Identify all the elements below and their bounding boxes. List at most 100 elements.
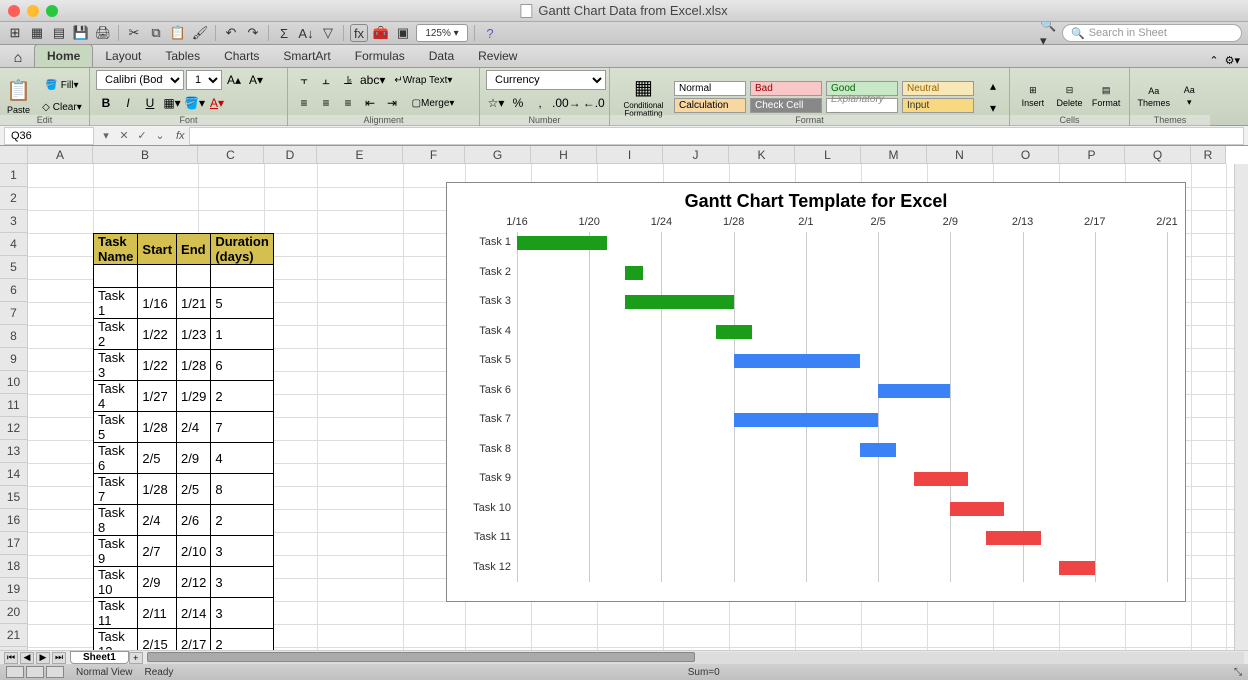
column-header[interactable]: F [403, 146, 465, 164]
column-header[interactable]: E [317, 146, 403, 164]
wrap-text-button[interactable]: ↵ Wrap Text ▾ [387, 70, 459, 90]
row-header[interactable]: 6 [0, 279, 28, 302]
gantt-bar[interactable] [517, 236, 607, 250]
row-header[interactable]: 17 [0, 532, 28, 555]
row-header[interactable]: 13 [0, 440, 28, 463]
row-header[interactable]: 19 [0, 578, 28, 601]
column-header[interactable]: I [597, 146, 663, 164]
theme-fonts-button[interactable]: Aa▾ [1174, 75, 1204, 119]
tab-formulas[interactable]: Formulas [343, 45, 417, 67]
font-size-select[interactable]: 12 [186, 70, 222, 90]
fill-button[interactable]: 🪣 Fill ▾ [34, 76, 90, 96]
row-header[interactable]: 1 [0, 164, 28, 187]
table-row[interactable]: Task 71/282/58 [94, 474, 274, 505]
maximize-window-button[interactable] [46, 5, 58, 17]
autosum-icon[interactable]: Σ [275, 24, 293, 42]
gantt-bar[interactable] [734, 413, 878, 427]
italic-button[interactable]: I [118, 93, 138, 113]
format-cells-button[interactable]: ▤Format [1089, 75, 1123, 119]
accept-formula-icon[interactable]: ✓ [134, 128, 150, 144]
delete-cells-button[interactable]: ⊟Delete [1053, 75, 1087, 119]
column-header[interactable]: D [264, 146, 317, 164]
row-header[interactable]: 8 [0, 325, 28, 348]
tab-charts[interactable]: Charts [212, 45, 271, 67]
redo-icon[interactable]: ↷ [244, 24, 262, 42]
gantt-bar[interactable] [625, 266, 643, 280]
spreadsheet-grid[interactable]: ABCDEFGHIJKLMNOPQR 123456789101112131415… [0, 146, 1248, 650]
table-row[interactable]: Task 41/271/292 [94, 381, 274, 412]
align-middle-icon[interactable]: ⫠ [316, 70, 336, 90]
tab-smartart[interactable]: SmartArt [271, 45, 342, 67]
cut-icon[interactable]: ✂ [125, 24, 143, 42]
minimize-window-button[interactable] [27, 5, 39, 17]
normal-view-icon[interactable] [6, 666, 24, 678]
copy-icon[interactable]: ⧉ [147, 24, 165, 42]
column-header[interactable]: A [28, 146, 93, 164]
excel-icon[interactable]: ⊞ [6, 24, 24, 42]
print-icon[interactable]: 🖨 [94, 24, 112, 42]
style-calculation[interactable]: Calculation [674, 98, 746, 113]
page-break-view-icon[interactable] [46, 666, 64, 678]
themes-button[interactable]: AaThemes [1136, 75, 1171, 119]
align-bottom-icon[interactable]: ⫡ [338, 70, 358, 90]
row-header[interactable]: 7 [0, 302, 28, 325]
insert-cells-button[interactable]: ⊞Insert [1016, 75, 1050, 119]
sheet-next-icon[interactable]: ▶ [36, 652, 50, 664]
undo-icon[interactable]: ↶ [222, 24, 240, 42]
border-button[interactable]: ▦▾ [162, 93, 182, 113]
table-row[interactable]: Task 31/221/286 [94, 350, 274, 381]
number-format-select[interactable]: Currency [486, 70, 606, 90]
select-all-corner[interactable] [0, 146, 28, 164]
row-header[interactable]: 18 [0, 555, 28, 578]
tab-home[interactable]: Home [34, 44, 93, 67]
font-name-select[interactable]: Calibri (Body) [96, 70, 184, 90]
align-right-icon[interactable]: ≡ [338, 93, 358, 113]
name-box[interactable]: Q36 [4, 127, 94, 145]
indent-left-icon[interactable]: ⇤ [360, 93, 380, 113]
currency-icon[interactable]: ☆▾ [486, 93, 506, 113]
sheet-prev-icon[interactable]: ◀ [20, 652, 34, 664]
gantt-bar[interactable] [625, 295, 733, 309]
cancel-formula-icon[interactable]: ✕ [116, 128, 132, 144]
namebox-dropdown-icon[interactable]: ▾ [98, 128, 114, 144]
paste-icon[interactable]: 📋 [169, 24, 187, 42]
align-top-icon[interactable]: ⫟ [294, 70, 314, 90]
help-icon[interactable]: ? [481, 24, 499, 42]
column-header[interactable]: C [198, 146, 264, 164]
gantt-chart[interactable]: Gantt Chart Template for Excel 1/161/201… [446, 182, 1186, 602]
new-icon[interactable]: ▦ [28, 24, 46, 42]
row-header[interactable]: 15 [0, 486, 28, 509]
style-check-cell[interactable]: Check Cell [750, 98, 822, 113]
search-input[interactable]: 🔍 Search in Sheet [1062, 24, 1242, 42]
table-row[interactable]: Task 112/112/143 [94, 598, 274, 629]
sort-icon[interactable]: A↓ [297, 24, 315, 42]
row-header[interactable]: 11 [0, 394, 28, 417]
column-header[interactable]: L [795, 146, 861, 164]
sheet-first-icon[interactable]: ⏮ [4, 652, 18, 664]
formula-input[interactable] [189, 127, 1244, 145]
column-header[interactable]: R [1191, 146, 1226, 164]
column-header[interactable]: G [465, 146, 531, 164]
gantt-bar[interactable] [878, 384, 950, 398]
task-data-table[interactable]: Task Name Start End Duration (days) Task… [93, 233, 274, 650]
column-header[interactable]: M [861, 146, 927, 164]
ribbon-home-icon[interactable]: ⌂ [6, 47, 30, 67]
column-header[interactable]: N [927, 146, 993, 164]
fx-button[interactable]: ⌄ [152, 128, 168, 144]
row-header[interactable]: 9 [0, 348, 28, 371]
tab-layout[interactable]: Layout [93, 45, 153, 67]
gantt-bar[interactable] [986, 531, 1040, 545]
row-header[interactable]: 5 [0, 256, 28, 279]
row-header[interactable]: 4 [0, 233, 28, 256]
save-icon[interactable]: 💾 [72, 24, 90, 42]
open-icon[interactable]: ▤ [50, 24, 68, 42]
underline-button[interactable]: U [140, 93, 160, 113]
row-header[interactable]: 22 [0, 647, 28, 650]
column-header[interactable]: Q [1125, 146, 1191, 164]
comma-icon[interactable]: , [530, 93, 550, 113]
row-header[interactable]: 14 [0, 463, 28, 486]
row-header[interactable]: 21 [0, 624, 28, 647]
decrease-decimal-icon[interactable]: ←.0 [583, 93, 605, 113]
style-normal[interactable]: Normal [674, 81, 746, 96]
style-neutral[interactable]: Neutral [902, 81, 974, 96]
